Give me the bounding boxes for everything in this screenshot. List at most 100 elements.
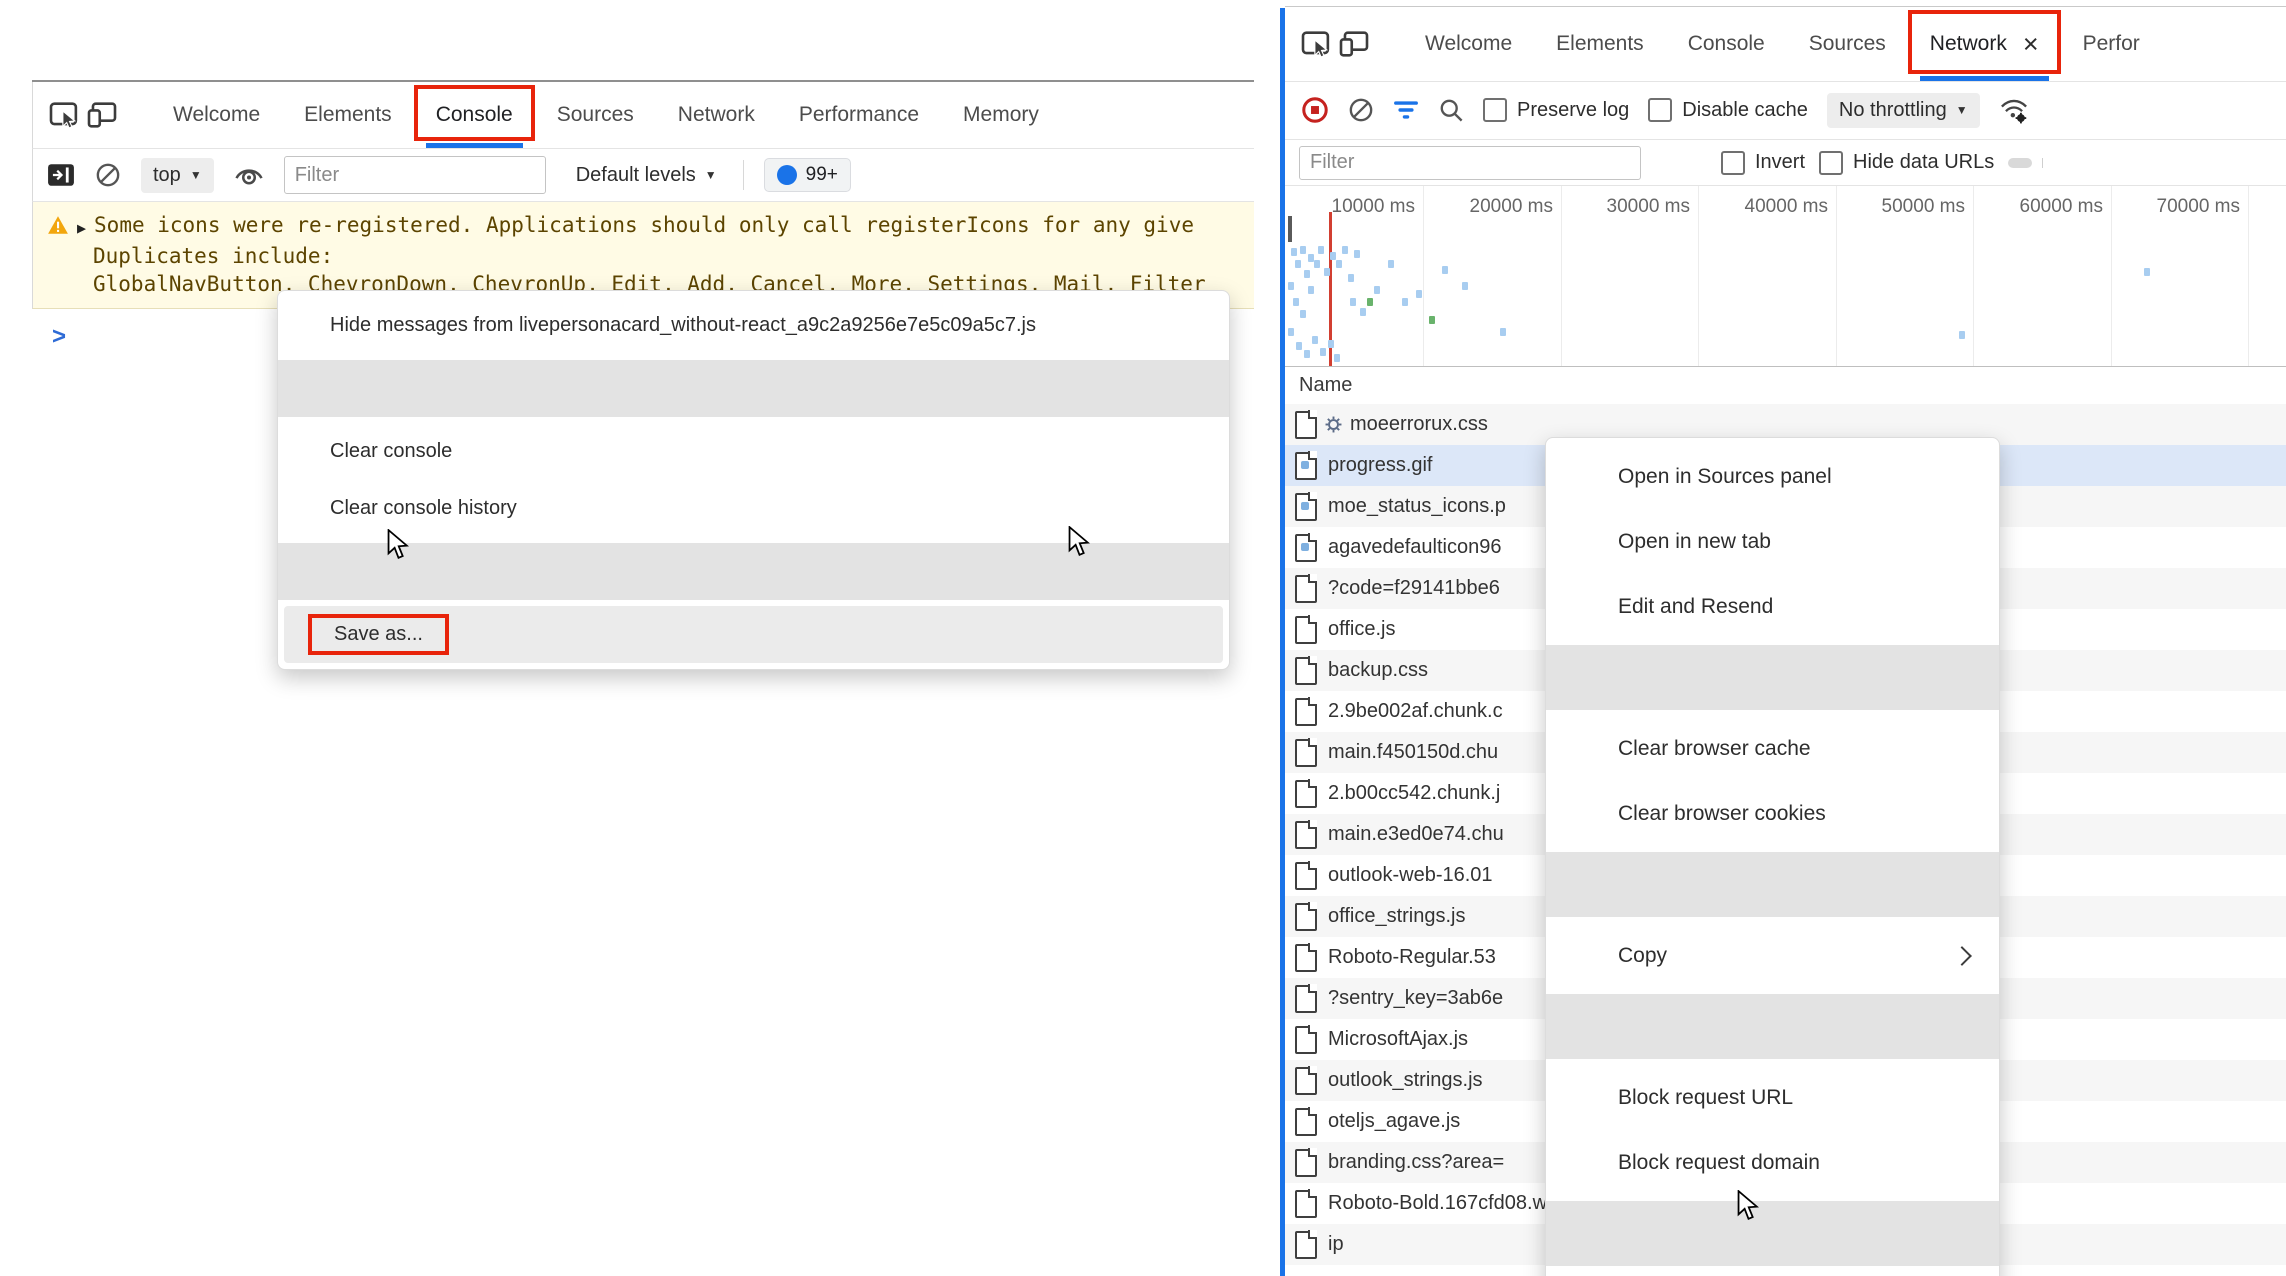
file-icon xyxy=(1295,821,1317,849)
waterfall-dot xyxy=(1500,328,1506,336)
disable-cache-label: Disable cache xyxy=(1682,99,1808,122)
preserve-log-toggle[interactable]: Preserve log xyxy=(1483,98,1629,122)
tab[interactable]: Network xyxy=(1915,7,2054,81)
request-type-filter[interactable] xyxy=(2042,158,2071,168)
menu-item[interactable]: Open in new tab xyxy=(1546,509,1999,574)
invert-checkbox[interactable] xyxy=(1721,151,1745,175)
console-sidebar-icon[interactable] xyxy=(47,163,75,187)
close-icon[interactable] xyxy=(2023,31,2039,58)
log-levels-label: Default levels xyxy=(576,164,696,187)
timeline-grip[interactable] xyxy=(1288,216,1292,242)
menu-item[interactable]: Block request URL xyxy=(1546,1065,1999,1130)
file-name: MicrosoftAjax.js xyxy=(1328,1028,1468,1051)
device-toolbar-icon[interactable] xyxy=(1339,31,1369,57)
right-devtools-panel: Welcome Elements Console Sources Network… xyxy=(1280,0,2286,1276)
waterfall-dot xyxy=(1304,270,1310,278)
file-icon xyxy=(1295,698,1317,726)
menu-item[interactable]: Clear browser cookies xyxy=(1546,781,1999,846)
console-filter-input[interactable] xyxy=(284,156,546,194)
waterfall-dot xyxy=(1300,246,1306,254)
filter-funnel-icon[interactable] xyxy=(1393,100,1419,120)
request-type-filter[interactable] xyxy=(2077,158,2101,168)
search-icon[interactable] xyxy=(1438,97,1464,123)
tab[interactable]: Network xyxy=(663,82,770,148)
waterfall-dot xyxy=(1291,248,1297,256)
toolbar-divider xyxy=(743,160,744,190)
tab[interactable]: Memory xyxy=(948,82,1054,148)
menu-item[interactable] xyxy=(1546,994,1999,1059)
tab[interactable]: Sources xyxy=(542,82,649,148)
disable-cache-toggle[interactable]: Disable cache xyxy=(1648,98,1808,122)
inspect-icon[interactable] xyxy=(1301,31,1331,57)
menu-item[interactable]: Hide messages from livepersonacard_witho… xyxy=(278,297,1229,354)
file-name: outlook-web-16.01 xyxy=(1328,864,1493,887)
log-levels-dropdown[interactable]: Default levels xyxy=(576,164,717,187)
issues-count: 99+ xyxy=(806,164,838,186)
waterfall-dot xyxy=(1429,316,1435,324)
cursor-icon xyxy=(385,529,412,560)
tick-label: 20000 ms xyxy=(1470,196,1553,218)
disable-cache-checkbox[interactable] xyxy=(1648,98,1672,122)
network-conditions-icon[interactable] xyxy=(1999,96,2029,124)
waterfall-dot xyxy=(1304,350,1310,358)
file-name: moeerrorux.css xyxy=(1350,413,1488,436)
network-context-menu: Open in Sources panel Open in new tab Ed… xyxy=(1545,437,2000,1276)
context-dropdown[interactable]: top xyxy=(141,158,214,193)
menu-item[interactable]: Block request domain xyxy=(1546,1130,1999,1195)
file-icon xyxy=(1295,411,1317,439)
tab[interactable]: Performance xyxy=(784,82,934,148)
menu-item[interactable]: Copy xyxy=(1546,923,1999,988)
clear-network-log-icon[interactable] xyxy=(1348,97,1374,123)
name-column-header[interactable]: Name xyxy=(1285,366,2286,405)
file-name: progress.gif xyxy=(1328,454,1433,477)
throttling-dropdown[interactable]: No throttling xyxy=(1827,93,1980,128)
device-toolbar-icon[interactable] xyxy=(87,102,117,128)
preserve-log-checkbox[interactable] xyxy=(1483,98,1507,122)
request-type-filter[interactable] xyxy=(2008,158,2032,168)
hide-data-urls-toggle[interactable]: Hide data URLs xyxy=(1819,151,1994,175)
waterfall-dot xyxy=(1334,354,1340,362)
file-icon xyxy=(1295,1190,1317,1218)
file-icon xyxy=(1295,1026,1317,1054)
menu-item[interactable]: Clear console xyxy=(278,423,1229,480)
menu-item[interactable]: Save as... xyxy=(284,606,1223,663)
menu-item[interactable]: Edit and Resend xyxy=(1546,574,1999,639)
invert-toggle[interactable]: Invert xyxy=(1721,151,1805,175)
waterfall-dot xyxy=(1374,286,1380,294)
file-icon xyxy=(1295,1108,1317,1136)
inspect-icon[interactable] xyxy=(49,102,79,128)
waterfall-dot xyxy=(1295,260,1301,268)
tab[interactable]: Welcome xyxy=(158,82,275,148)
tab[interactable]: Perfor xyxy=(2068,7,2155,81)
record-network-log-icon[interactable] xyxy=(1301,96,1329,124)
request-type-filter[interactable] xyxy=(2107,158,2131,168)
menu-item[interactable]: Sort By xyxy=(1546,1272,1999,1276)
tab[interactable]: Elements xyxy=(1541,7,1659,81)
tab[interactable]: Elements xyxy=(289,82,407,148)
live-expression-eye-icon[interactable] xyxy=(234,164,264,186)
tab[interactable]: Welcome xyxy=(1410,7,1527,81)
hide-data-urls-checkbox[interactable] xyxy=(1819,151,1843,175)
prompt-char: > xyxy=(52,323,66,350)
file-icon xyxy=(1295,985,1317,1013)
clear-console-icon[interactable] xyxy=(95,162,121,188)
issues-counter[interactable]: 99+ xyxy=(764,158,851,192)
waterfall-dot xyxy=(1330,252,1336,260)
menu-item[interactable] xyxy=(1546,645,1999,710)
gear-icon xyxy=(1325,416,1342,433)
file-name: agavedefaulticon96 xyxy=(1328,536,1501,559)
menu-item-label: Block request URL xyxy=(1618,1086,1793,1110)
network-overview-timeline[interactable]: 10000 ms 20000 ms 30000 ms 40000 ms 5000… xyxy=(1285,186,2286,367)
tab[interactable]: Console xyxy=(421,82,528,148)
tick-label: 30000 ms xyxy=(1607,196,1690,218)
menu-item[interactable]: Open in Sources panel xyxy=(1546,444,1999,509)
menu-item[interactable] xyxy=(1546,1201,1999,1266)
tab[interactable]: Console xyxy=(1673,7,1780,81)
file-name: main.f450150d.chu xyxy=(1328,741,1498,764)
tab[interactable]: Sources xyxy=(1794,7,1901,81)
menu-item[interactable] xyxy=(278,360,1229,417)
expand-triangle-icon[interactable] xyxy=(77,212,86,242)
menu-item[interactable]: Clear browser cache xyxy=(1546,716,1999,781)
menu-item[interactable] xyxy=(1546,852,1999,917)
network-filter-input[interactable] xyxy=(1299,146,1641,180)
